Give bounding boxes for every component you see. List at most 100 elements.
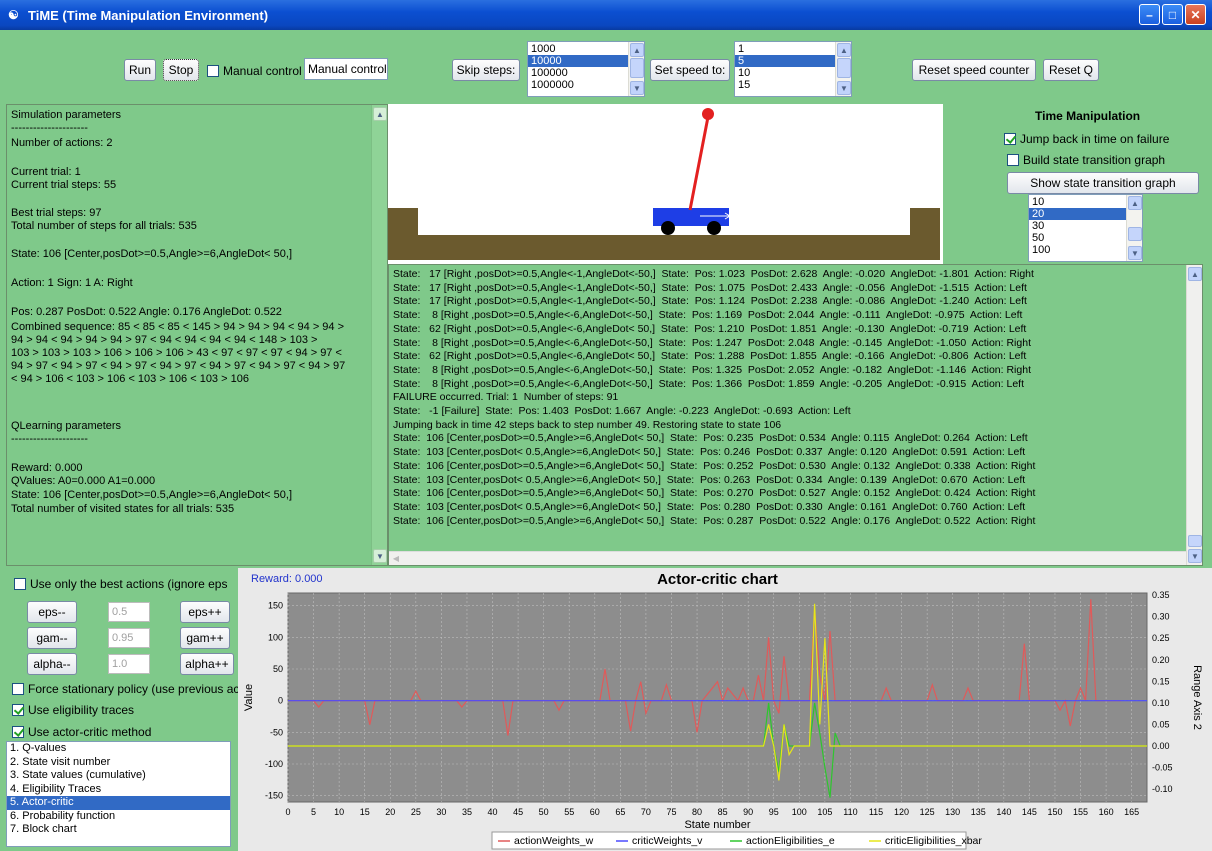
list-item[interactable]: 1. Q-values [7, 742, 230, 756]
force-stationary-checkbox[interactable]: Force stationary policy (use previous ac… [12, 682, 243, 696]
checkbox-box[interactable] [207, 65, 219, 77]
checkbox-box[interactable] [1007, 154, 1019, 166]
list-item[interactable]: 1 [735, 43, 851, 55]
x-tick-label: 115 [869, 807, 883, 817]
set-speed-button[interactable]: Set speed to: [650, 59, 730, 81]
x-tick-label: 165 [1124, 807, 1139, 817]
total-steps: Total number of steps for all trials: 53… [11, 220, 197, 232]
list-item[interactable]: 4. Eligibility Traces [7, 783, 230, 797]
checkbox-box[interactable] [12, 704, 24, 716]
scroll-up-icon[interactable]: ▲ [630, 43, 644, 57]
chart-method-list[interactable]: 1. Q-values 2. State visit number 3. Sta… [6, 741, 231, 847]
log-scrollbar[interactable]: ▲ ▼ [1186, 265, 1202, 565]
gam-plus-button[interactable]: gam++ [180, 627, 230, 649]
checkbox-box[interactable] [14, 578, 26, 590]
list-item[interactable]: 15 [735, 79, 851, 91]
log-line: State: 17 [Right ,posDot>=0.5,Angle<-1,A… [393, 281, 1027, 294]
actor-critic-chart: Reward: 0.000 Actor-critic chart 0 5 10 15 20 2… [238, 568, 1212, 851]
y-tick-label: 0 [278, 696, 283, 706]
combined-sequence: 103 > 103 > 103 > 106 > 106 > 106 > 43 <… [11, 347, 342, 359]
scrollbar[interactable]: ▲ ▼ [835, 42, 851, 96]
maximize-button[interactable]: □ [1162, 4, 1183, 25]
x-tick-label: 50 [539, 807, 549, 817]
legend-label: actionWeights_w [514, 835, 594, 847]
gam-minus-button[interactable]: gam-- [27, 627, 77, 649]
scroll-up-icon[interactable]: ▲ [1128, 196, 1142, 210]
scroll-down-icon[interactable]: ▼ [373, 549, 387, 563]
x-tick-label: 130 [945, 807, 960, 817]
log-line: State: 106 [Center,posDot>=0.5,Angle>=6,… [393, 514, 1036, 527]
show-graph-button[interactable]: Show state transition graph [1007, 172, 1199, 194]
build-graph-checkbox[interactable]: Build state transition graph [1007, 153, 1165, 167]
list-item[interactable]: 10 [735, 67, 851, 79]
stop-button[interactable]: Stop [163, 59, 199, 81]
minimize-button[interactable]: – [1139, 4, 1160, 25]
x-tick-label: 95 [769, 807, 779, 817]
list-item[interactable]: 10000 [528, 55, 644, 67]
eps-minus-button[interactable]: eps-- [27, 601, 77, 623]
info-scrollbar[interactable]: ▲ ▼ [371, 105, 387, 565]
speed-list[interactable]: 1 5 10 15 ▲ ▼ [734, 41, 852, 97]
checkbox-box[interactable] [12, 683, 24, 695]
alpha-field[interactable]: 1.0 [108, 654, 150, 674]
actor-critic-checkbox[interactable]: Use actor-critic method [12, 725, 151, 739]
scroll-thumb[interactable] [630, 58, 644, 78]
best-actions-checkbox[interactable]: Use only the best actions (ignore eps [14, 577, 227, 591]
scrollbar[interactable]: ▲ ▼ [628, 42, 644, 96]
list-item[interactable]: 100000 [528, 67, 644, 79]
list-item[interactable]: 2. State visit number [7, 756, 230, 770]
run-button[interactable]: Run [124, 59, 156, 81]
scrollbar[interactable]: ▲ ▼ [1126, 195, 1142, 261]
scroll-down-icon[interactable]: ▼ [630, 81, 644, 95]
current-state: State: 106 [Center,posDot>=0.5,Angle>=6,… [11, 248, 293, 260]
eps-plus-button[interactable]: eps++ [180, 601, 230, 623]
list-item[interactable]: 6. Probability function [7, 810, 230, 824]
skip-steps-button[interactable]: Skip steps: [452, 59, 520, 81]
combined-sequence: < 94 > 106 < 103 > 106 < 103 > 106 < 103… [11, 373, 249, 385]
alpha-minus-button[interactable]: alpha-- [27, 653, 77, 675]
scroll-up-icon[interactable]: ▲ [373, 107, 387, 121]
log-line: FAILURE occurred. Trial: 1 Number of ste… [393, 391, 619, 404]
pole-tip [702, 108, 714, 120]
gamma-field[interactable]: 0.95 [108, 628, 150, 648]
list-item[interactable]: 7. Block chart [7, 823, 230, 837]
y2-tick-label: 0.20 [1152, 655, 1170, 665]
scroll-up-icon[interactable]: ▲ [1188, 267, 1202, 281]
scroll-left-icon[interactable]: ◀ [390, 552, 402, 564]
checkbox-box[interactable] [1004, 133, 1016, 145]
eps-field[interactable]: 0.5 [108, 602, 150, 622]
scroll-up-icon[interactable]: ▲ [837, 43, 851, 57]
force-stationary-label: Force stationary policy (use previous ac… [28, 682, 243, 696]
scroll-down-icon[interactable]: ▼ [1188, 549, 1202, 563]
log-line: State: 103 [Center,posDot< 0.5,Angle>=6,… [393, 500, 1026, 513]
checkbox-box[interactable] [12, 726, 24, 738]
list-item[interactable]: 3. State values (cumulative) [7, 769, 230, 783]
eligibility-traces-checkbox[interactable]: Use eligibility traces [12, 703, 134, 717]
manual-control-checkbox[interactable]: Manual control [207, 64, 302, 78]
time-manipulation-title: Time Manipulation [1035, 109, 1141, 123]
jump-steps-list[interactable]: 10 20 30 50 100 ▲ ▼ [1028, 194, 1143, 262]
scroll-thumb[interactable] [1188, 535, 1202, 547]
state-log-panel[interactable]: State: 17 [Right ,posDot>=0.5,Angle<-1,A… [388, 264, 1203, 566]
list-item[interactable]: 5. Actor-critic [7, 796, 230, 810]
x-tick-label: 90 [743, 807, 753, 817]
reset-q-button[interactable]: Reset Q [1043, 59, 1099, 81]
scroll-down-icon[interactable]: ▼ [837, 81, 851, 95]
chart-canvas: Reward: 0.000 Actor-critic chart 0 5 10 15 20 2… [243, 571, 1203, 850]
x-tick-label: 80 [692, 807, 702, 817]
reset-speed-button[interactable]: Reset speed counter [912, 59, 1036, 81]
jump-back-checkbox[interactable]: Jump back in time on failure [1004, 132, 1169, 146]
scroll-thumb[interactable] [1128, 227, 1142, 241]
list-item[interactable]: 1000000 [528, 79, 644, 91]
scroll-thumb[interactable] [837, 58, 851, 78]
close-button[interactable]: ✕ [1185, 4, 1206, 25]
y2-tick-label: 0.05 [1152, 719, 1170, 729]
log-line: State: 17 [Right ,posDot>=0.5,Angle<-1,A… [393, 268, 1034, 280]
manual-control-field[interactable]: Manual control [304, 58, 388, 80]
alpha-plus-button[interactable]: alpha++ [180, 653, 234, 675]
log-horizontal-scrollbar[interactable]: ◀ [389, 551, 1186, 565]
skip-steps-list[interactable]: 1000 10000 100000 1000000 ▲ ▼ [527, 41, 645, 97]
scroll-down-icon[interactable]: ▼ [1128, 246, 1142, 260]
list-item[interactable]: 1000 [528, 43, 644, 55]
list-item[interactable]: 5 [735, 55, 851, 67]
